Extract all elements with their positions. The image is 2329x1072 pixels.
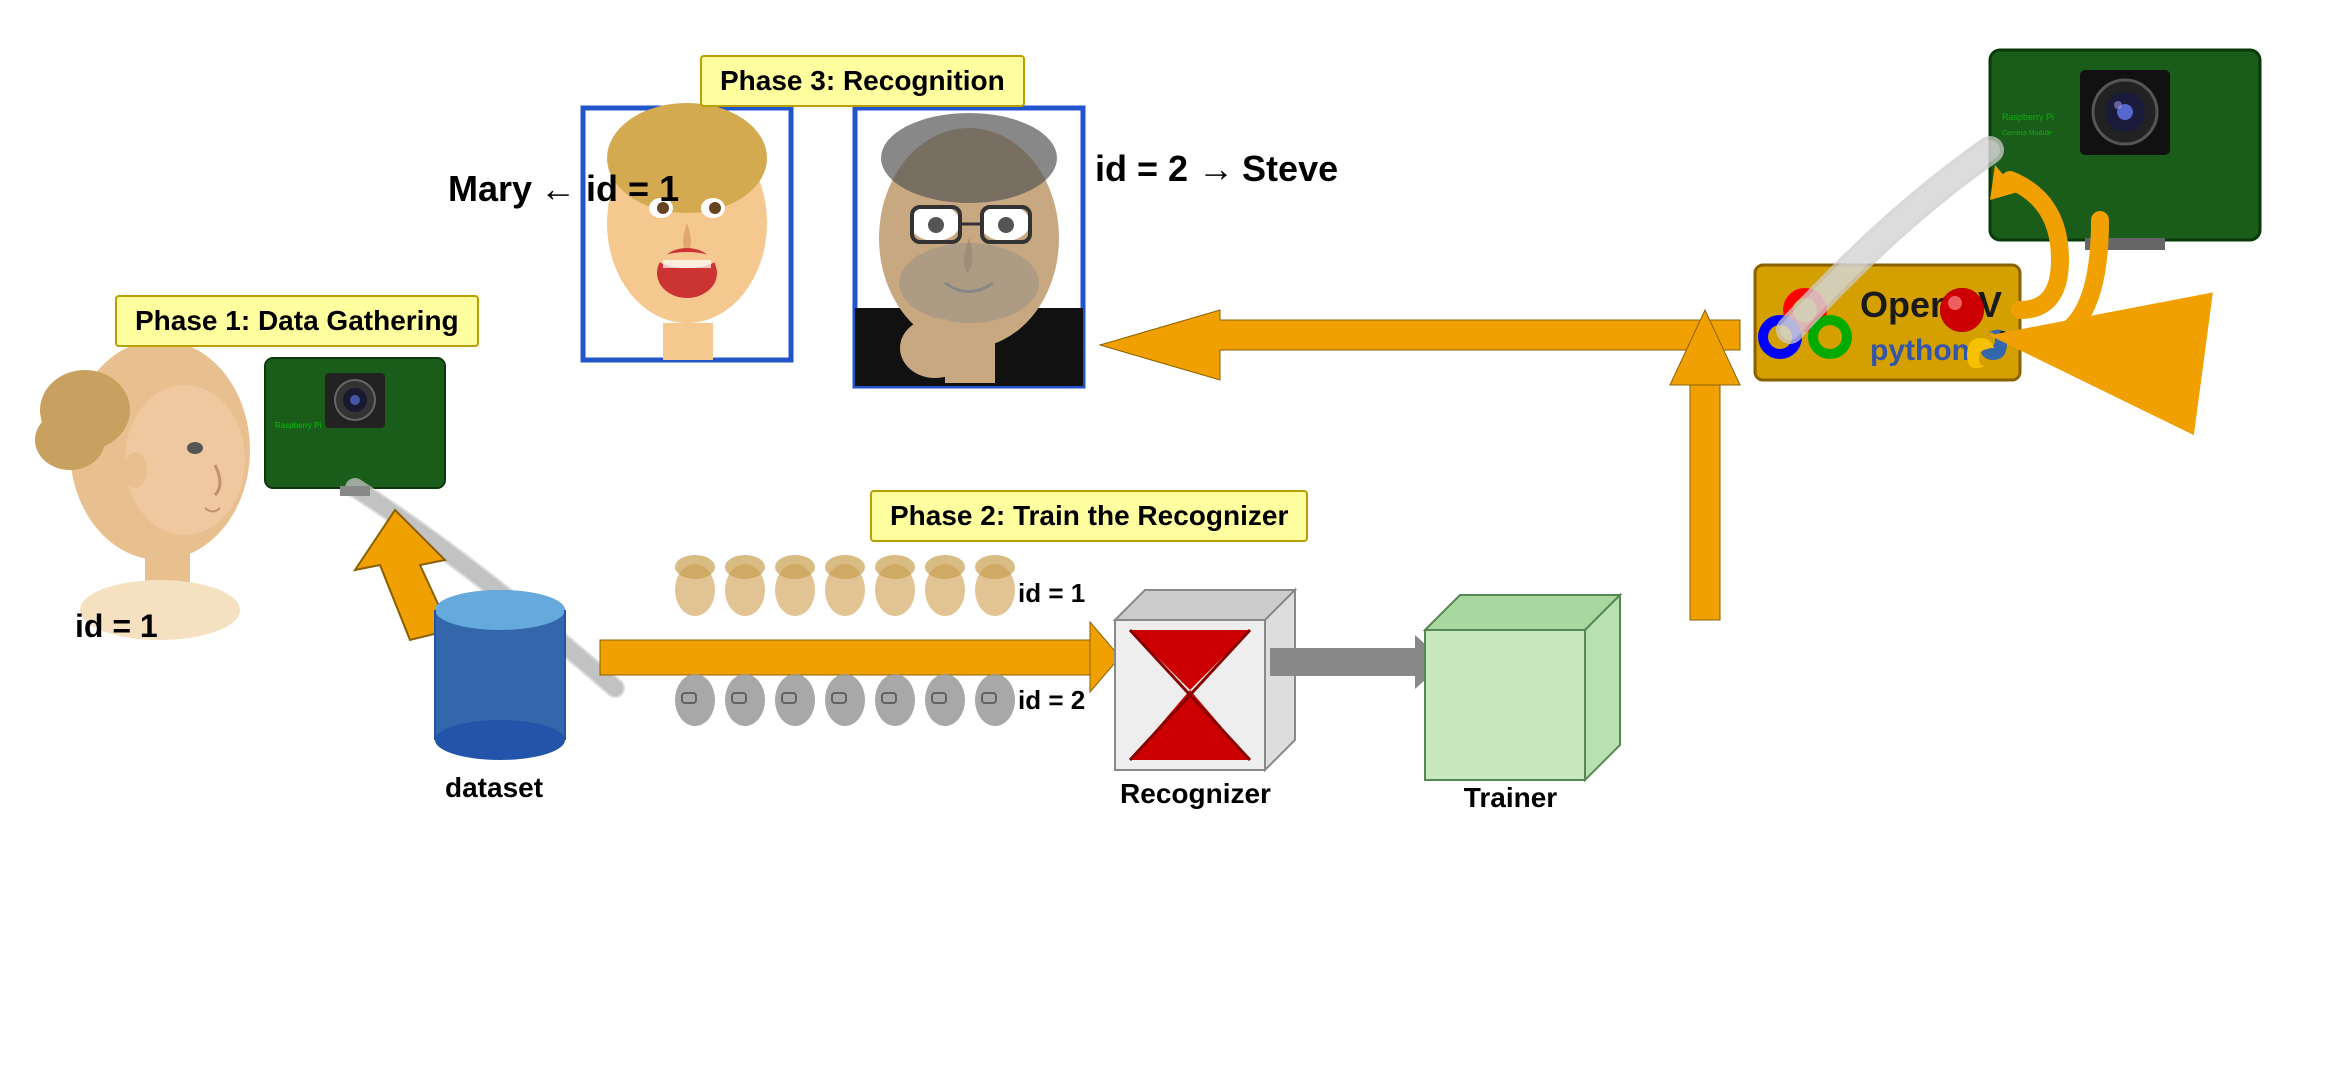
mary-id: ← id = 1 bbox=[540, 168, 679, 210]
svg-text:python: python bbox=[1870, 334, 1970, 367]
woman-id-label: id = 1 bbox=[75, 608, 158, 645]
trainer-label: Trainer bbox=[1433, 782, 1588, 814]
svg-text:Raspberry Pi: Raspberry Pi bbox=[2002, 112, 2054, 122]
steve-id: id = 2 → bbox=[1095, 148, 1234, 190]
steve-id-label: id = 2 → Steve bbox=[1095, 148, 1338, 190]
svg-text:Camera Module: Camera Module bbox=[2002, 130, 2052, 137]
svg-text:OpenCV: OpenCV bbox=[1860, 284, 2002, 325]
face-row-2-id: id = 2 bbox=[1018, 685, 1085, 716]
phase2-label: Phase 2: Train the Recognizer bbox=[870, 490, 1308, 542]
recognizer-label: Recognizer bbox=[1118, 778, 1273, 810]
mary-id-label: Mary ← id = 1 bbox=[448, 168, 679, 210]
svg-text:Raspberry Pi: Raspberry Pi bbox=[275, 421, 321, 430]
steve-name: Steve bbox=[1242, 148, 1338, 190]
phase1-label: Phase 1: Data Gathering bbox=[115, 295, 479, 347]
phase3-label: Phase 3: Recognition bbox=[700, 55, 1025, 107]
face-row-1-id: id = 1 bbox=[1018, 578, 1085, 609]
mary-name: Mary bbox=[448, 168, 532, 210]
dataset-label: dataset bbox=[445, 772, 543, 804]
